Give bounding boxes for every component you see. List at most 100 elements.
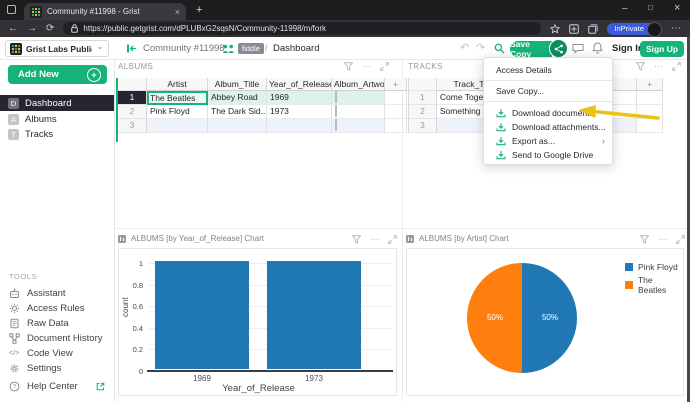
row-number[interactable]: 3: [409, 119, 437, 133]
tool-raw-data[interactable]: Raw Data: [0, 316, 114, 330]
filter-icon[interactable]: [352, 235, 361, 244]
bell-icon[interactable]: [592, 42, 603, 54]
page-label: Tracks: [25, 129, 54, 140]
widget-menu-icon[interactable]: ⋯: [370, 235, 379, 244]
row-number[interactable]: 2: [118, 105, 147, 119]
cell[interactable]: [147, 119, 208, 133]
chat-icon[interactable]: [572, 43, 584, 54]
window-minimize-button[interactable]: –: [622, 4, 628, 14]
filter-icon[interactable]: [640, 235, 649, 244]
left-panel-toggle-icon[interactable]: [126, 43, 137, 54]
bar-chart-title: ALBUMS [by Year_of_Release] Chart: [131, 234, 264, 243]
column-header[interactable]: Artist: [147, 78, 208, 91]
filter-icon[interactable]: [636, 62, 645, 71]
redo-icon[interactable]: ↷: [476, 41, 485, 54]
menu-item-access-details[interactable]: Access Details: [484, 63, 612, 77]
column-header[interactable]: Album_Artwork: [332, 78, 385, 91]
plus-icon: +: [87, 67, 101, 82]
tab-close-icon[interactable]: ×: [175, 7, 180, 17]
window-close-button[interactable]: ×: [674, 3, 680, 14]
tool-document-history[interactable]: Document History: [0, 331, 114, 345]
expand-icon[interactable]: [388, 235, 397, 244]
menu-item-save-copy[interactable]: Save Copy...: [484, 84, 612, 98]
expand-icon[interactable]: [676, 235, 685, 244]
forward-button[interactable]: →: [27, 23, 37, 34]
legend-swatch: [625, 281, 633, 289]
pie-chart-title: ALBUMS [by Artist] Chart: [419, 234, 509, 243]
sidebar-page-dashboard[interactable]: D Dashboard: [0, 95, 114, 111]
cell[interactable]: [267, 119, 332, 133]
column-header[interactable]: Year_of_Release: [267, 78, 332, 91]
expand-icon[interactable]: [380, 62, 389, 71]
address-bar[interactable]: https://public.getgrist.com/dPLUBxG2sqsN…: [63, 22, 542, 35]
legend-item[interactable]: Pink Floyd: [625, 262, 678, 272]
tracks-section-title: TRACKS: [408, 62, 443, 71]
tool-access-rules[interactable]: Access Rules: [0, 301, 114, 315]
site-switcher[interactable]: Grist Labs Public D... ⌄: [5, 40, 109, 57]
browser-menu-button[interactable]: ⋯: [671, 23, 681, 34]
tool-assistant[interactable]: Assistant: [0, 286, 114, 300]
cell[interactable]: The Dark Sid...: [208, 105, 267, 119]
widget-menu-icon[interactable]: ⋯: [654, 62, 663, 71]
cell[interactable]: [208, 119, 267, 133]
attachment-cell[interactable]: [332, 119, 385, 133]
bar: [155, 261, 249, 369]
inprivate-profile-badge[interactable]: InPrivate: [607, 21, 662, 37]
row-number[interactable]: 1: [118, 91, 147, 105]
attachment-cell[interactable]: [332, 91, 385, 105]
gear-icon: [10, 364, 19, 372]
breadcrumb-page-name[interactable]: Dashboard: [273, 43, 319, 54]
row-number[interactable]: 1: [409, 91, 437, 105]
bar-chart-plot: 0 0.2 0.4 0.6 0.8 1 count 1969 1973 Year…: [118, 248, 397, 396]
attachment-cell[interactable]: [332, 105, 385, 119]
sign-in-link[interactable]: Sign In: [612, 43, 644, 54]
section-divider-horizontal: [115, 228, 690, 229]
favorites-bar-icon[interactable]: [569, 23, 580, 34]
breadcrumb-doc-name[interactable]: Community #11998: [143, 43, 225, 54]
x-tick: 1973: [305, 374, 323, 383]
tool-settings[interactable]: Settings: [0, 361, 114, 375]
cell[interactable]: Pink Floyd: [147, 105, 208, 119]
browser-tab[interactable]: Community #11998 - Grist ×: [24, 3, 186, 20]
cell[interactable]: 1969: [267, 91, 332, 105]
save-copy-button[interactable]: Save Copy: [510, 39, 552, 59]
add-new-button[interactable]: Add New +: [8, 65, 107, 84]
widget-menu-icon[interactable]: ⋯: [658, 235, 667, 244]
share-button[interactable]: [549, 39, 568, 58]
menu-item-export-as[interactable]: Export as... ›: [484, 134, 612, 148]
favorite-star-icon[interactable]: [550, 23, 561, 34]
refresh-button[interactable]: ⟳: [46, 23, 54, 34]
search-icon[interactable]: [494, 43, 505, 54]
expand-icon[interactable]: [672, 62, 681, 71]
widget-menu-icon[interactable]: ⋯: [362, 62, 371, 71]
tool-code-view[interactable]: </> Code View: [0, 346, 114, 360]
menu-item-label: Save Copy...: [496, 86, 545, 96]
cell[interactable]: Abbey Road: [208, 91, 267, 105]
collections-icon[interactable]: [588, 23, 599, 34]
column-header[interactable]: Album_Title: [208, 78, 267, 91]
add-column-button[interactable]: +: [385, 78, 407, 91]
cell[interactable]: 1973: [267, 105, 332, 119]
workspaces-icon[interactable]: [7, 5, 16, 14]
legend-item[interactable]: The Beatles: [625, 275, 683, 295]
menu-item-send-to-google-drive[interactable]: Send to Google Drive: [484, 148, 612, 162]
sidebar-page-tracks[interactable]: T Tracks: [0, 127, 114, 142]
selected-cell[interactable]: The Beatles: [147, 91, 208, 105]
access-rules-icon: [9, 303, 20, 313]
undo-icon[interactable]: ↶: [460, 41, 469, 54]
window-maximize-button[interactable]: □: [648, 4, 653, 12]
row-number[interactable]: 3: [118, 119, 147, 133]
back-button[interactable]: ←: [8, 23, 18, 34]
y-tick: 0.2: [132, 345, 143, 355]
new-tab-button[interactable]: +: [196, 5, 202, 16]
bar-chart-widget-controls: ⋯: [352, 235, 397, 244]
add-column-button[interactable]: +: [637, 78, 663, 91]
sign-up-button[interactable]: Sign Up: [640, 41, 684, 57]
help-center-link[interactable]: ? Help Center: [0, 379, 114, 393]
table-row-new: 3: [118, 119, 407, 133]
row-number[interactable]: 2: [409, 105, 437, 119]
filter-icon[interactable]: [344, 62, 353, 71]
sidebar-page-albums[interactable]: A Albums: [0, 112, 114, 127]
tool-label: Assistant: [27, 287, 66, 299]
albums-widget-controls: ⋯: [344, 62, 389, 71]
